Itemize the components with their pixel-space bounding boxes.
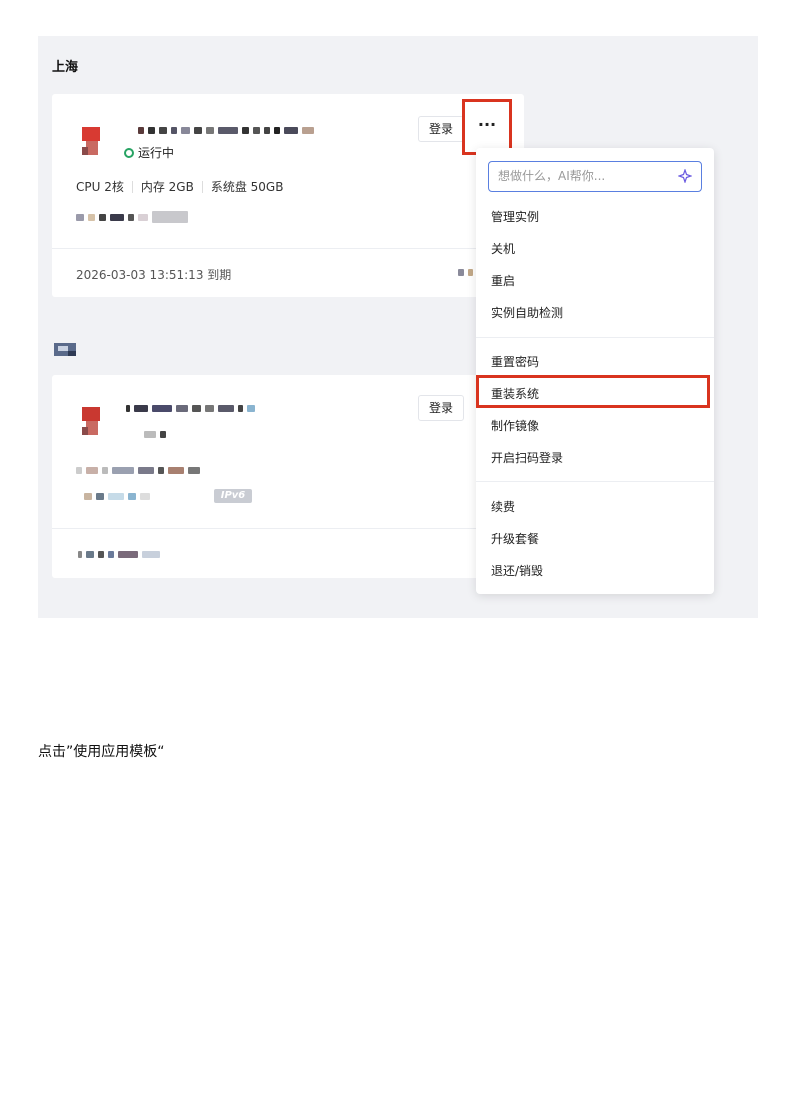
ai-sparkle-icon — [678, 169, 692, 183]
ip-address-redacted — [84, 493, 150, 500]
renew-info-redacted — [458, 269, 473, 276]
ipv6-badge: IPv6 — [214, 489, 252, 503]
more-actions-button[interactable]: ··· — [462, 99, 512, 155]
menu-divider — [476, 337, 714, 338]
reinstall-highlight — [476, 375, 710, 408]
card-divider — [52, 528, 524, 529]
card-divider — [52, 248, 524, 249]
instance-logo — [82, 407, 104, 437]
instance-card: IPv6 登录 — [52, 375, 524, 578]
instance-subtitle-redacted — [144, 431, 166, 438]
menu-item-self-check[interactable]: 实例自助检测 — [491, 306, 563, 320]
spec-disk: 系统盘 50GB — [201, 181, 292, 193]
ai-search-input[interactable]: 想做什么，AI帮你... — [488, 161, 702, 192]
spec-cpu: CPU 2核 — [76, 180, 124, 194]
console-screenshot: 上海 运行中 CPU 2核 内存 2GB 系统盘 50GB 2026-03-03… — [38, 36, 758, 618]
spec-memory: 内存 2GB — [131, 181, 202, 193]
status-label: 运行中 — [138, 146, 175, 160]
login-button[interactable]: 登录 — [418, 395, 464, 421]
menu-item-reset-password[interactable]: 重置密码 — [491, 355, 539, 369]
ip-address-redacted — [76, 211, 188, 223]
menu-item-manage-instance[interactable]: 管理实例 — [491, 210, 539, 224]
more-actions-menu: 想做什么，AI帮你... 管理实例 关机 重启 实例自助检测 重置密码 重装系统… — [476, 148, 714, 594]
login-button[interactable]: 登录 — [418, 116, 464, 142]
menu-item-restart[interactable]: 重启 — [491, 274, 515, 288]
status-indicator: 运行中 — [124, 144, 174, 161]
menu-item-renew[interactable]: 续费 — [491, 500, 515, 514]
running-status-icon — [124, 147, 134, 158]
region-title: 上海 — [52, 60, 79, 75]
instruction-caption: 点击”使用应用模板“ — [38, 744, 165, 760]
instance-name-redacted — [126, 405, 255, 412]
menu-divider — [476, 481, 714, 482]
expire-date-redacted — [78, 551, 160, 558]
region-title-redacted — [54, 341, 76, 356]
ai-search-placeholder: 想做什么，AI帮你... — [498, 169, 606, 183]
menu-item-shutdown[interactable]: 关机 — [491, 242, 515, 256]
expire-date: 2026-03-03 13:51:13 到期 — [76, 268, 232, 282]
instance-card: 运行中 CPU 2核 内存 2GB 系统盘 50GB 2026-03-03 13… — [52, 94, 524, 297]
menu-item-refund-destroy[interactable]: 退还/销毁 — [491, 564, 543, 578]
instance-logo — [82, 127, 104, 157]
menu-item-upgrade-plan[interactable]: 升级套餐 — [491, 532, 539, 546]
instance-name-redacted — [138, 127, 314, 134]
menu-item-qr-login[interactable]: 开启扫码登录 — [491, 451, 563, 465]
instance-specs: CPU 2核 内存 2GB 系统盘 50GB — [76, 181, 291, 193]
menu-item-create-image[interactable]: 制作镜像 — [491, 419, 539, 433]
instance-specs-redacted — [76, 467, 200, 474]
